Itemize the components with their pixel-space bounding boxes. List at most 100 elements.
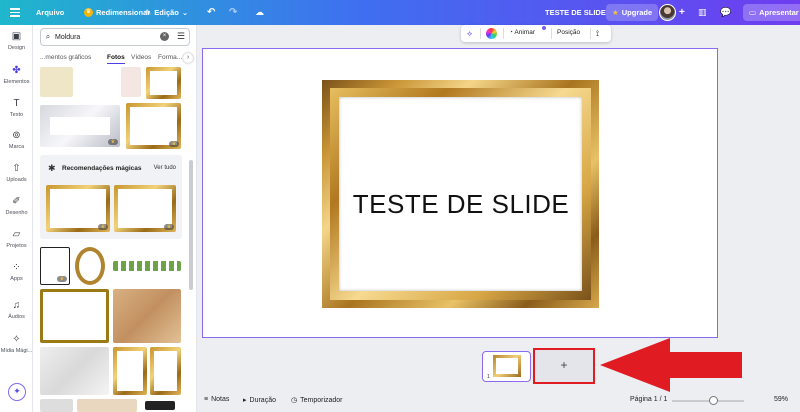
crown-icon: ♛ (84, 8, 93, 17)
rail-item-brand[interactable]: ⊚ Marca (0, 130, 33, 150)
filter-icon[interactable]: ☰ (177, 31, 185, 42)
resize-button[interactable]: ♛ Redimensionar (84, 0, 150, 25)
chevron-down-icon: ⌄ (181, 8, 189, 17)
present-button[interactable]: ▭ Apresentar (743, 4, 800, 21)
present-label: Apresentar (759, 8, 799, 17)
rail-item-projects[interactable]: ▱ Projetos (0, 229, 33, 249)
tab-graphics[interactable]: ...mentos gráficos (40, 54, 91, 61)
search-box[interactable]: ⌕ Moldura × ☰ (40, 28, 190, 46)
red-arrow-annotation (600, 338, 742, 392)
rail-item-magic-media[interactable]: ✧ Mídia Mági... (0, 334, 33, 354)
result-thumbnail[interactable] (113, 347, 147, 395)
duration-button[interactable]: ▸ Duração (243, 396, 276, 405)
rail-label: Marca (8, 144, 25, 150)
result-thumbnail[interactable] (113, 261, 181, 271)
page-number: 1 (487, 374, 490, 380)
rail-label: Texto (9, 112, 24, 118)
comment-icon[interactable]: 💬 (720, 0, 731, 25)
rail-label: Áudios (8, 314, 25, 320)
rail-item-design[interactable]: ▣ Design (0, 31, 33, 51)
position-button[interactable]: Posição (557, 29, 580, 36)
result-thumbnail[interactable] (145, 401, 175, 410)
rail-item-audio[interactable]: ♫ Áudios (0, 300, 33, 320)
result-thumbnail[interactable] (146, 67, 181, 99)
crown-icon: ♛ (169, 141, 179, 147)
rail-label: Design (7, 45, 26, 51)
magic-media-icon: ✧ (12, 334, 21, 345)
panel-scrollbar[interactable] (189, 65, 193, 405)
add-collaborator-icon[interactable]: + (679, 0, 685, 25)
crown-icon: ♛ (98, 224, 108, 230)
zoom-slider[interactable] (672, 400, 744, 402)
zoom-slider-handle[interactable] (709, 396, 718, 405)
result-thumbnail[interactable]: ♛ (40, 105, 120, 147)
color-picker-icon[interactable] (486, 28, 497, 39)
rail-label: Desenho (5, 210, 28, 216)
animate-button[interactable]: ◔ Animar (509, 29, 535, 36)
result-thumbnail[interactable] (75, 247, 105, 285)
file-menu[interactable]: Arquivo (36, 0, 64, 25)
page-indicator[interactable]: Página 1 / 1 (630, 396, 667, 403)
crown-icon: ♛ (57, 276, 67, 282)
slide-canvas[interactable]: TESTE DE SLIDE (202, 48, 718, 338)
rail-item-uploads[interactable]: ⇧ Uploads (0, 163, 33, 183)
result-thumbnail[interactable]: ♛ (46, 185, 110, 232)
tab-shapes[interactable]: Forma... (158, 54, 182, 61)
rail-item-apps[interactable]: ⁘ Apps (0, 262, 33, 282)
notes-button[interactable]: ≡ Notas (204, 396, 229, 403)
edit-menu[interactable]: ✎ Edição ⌄ (145, 0, 188, 25)
undo-icon[interactable]: ↶ (207, 0, 215, 25)
result-thumbnail[interactable]: ♛ (126, 103, 181, 149)
document-title[interactable]: TESTE DE SLIDE (545, 0, 606, 25)
pencil-icon: ✎ (145, 8, 152, 17)
avatar[interactable] (659, 4, 676, 21)
slide-title-text[interactable]: TESTE DE SLIDE (203, 189, 719, 220)
zoom-level[interactable]: 59% (774, 396, 788, 403)
result-thumbnail[interactable] (77, 399, 137, 412)
rail-item-elements[interactable]: ✤ Elementos (0, 65, 33, 85)
magic-edit-icon[interactable]: ⟡ (467, 29, 472, 39)
page-thumbnail[interactable]: 1 (482, 351, 531, 382)
apps-icon: ⁘ (12, 262, 21, 273)
notes-icon: ≡ (204, 396, 209, 403)
tab-photos[interactable]: Fotos (107, 54, 125, 64)
result-thumbnail[interactable]: ♛ (114, 185, 176, 232)
redo-icon[interactable]: ↷ (229, 0, 237, 25)
result-thumbnail[interactable] (121, 67, 141, 97)
new-indicator (542, 26, 546, 30)
result-thumbnail[interactable] (113, 289, 181, 343)
chevron-right-icon[interactable]: › (183, 53, 193, 63)
rail-label: Apps (10, 276, 23, 282)
search-input[interactable]: Moldura (55, 34, 80, 41)
document-title-label: TESTE DE SLIDE (545, 8, 606, 17)
result-thumbnail[interactable] (40, 399, 73, 412)
cloud-save-icon[interactable]: ☁ (255, 0, 264, 25)
plus-icon: + (560, 358, 568, 372)
magic-assistant-button[interactable]: ✦ (8, 383, 26, 401)
result-thumbnail[interactable] (40, 67, 73, 97)
edit-label: Edição (154, 8, 179, 17)
clear-search-icon[interactable]: × (160, 32, 169, 41)
analytics-icon[interactable]: ▥ (698, 0, 707, 25)
menu-icon[interactable] (10, 0, 20, 25)
add-page-button[interactable]: + (533, 348, 595, 384)
brand-icon: ⊚ (12, 130, 21, 141)
see-all-link[interactable]: Ver tudo (154, 165, 176, 171)
upgrade-button[interactable]: ★ Upgrade (606, 4, 659, 21)
result-thumbnail[interactable] (40, 289, 109, 343)
paint-roller-icon[interactable]: ⟟ (596, 29, 599, 39)
rail-label: Mídia Mági... (0, 348, 33, 354)
rail-label: Elementos (3, 79, 30, 85)
crown-icon: ♛ (108, 139, 118, 145)
result-thumbnail[interactable] (40, 347, 109, 395)
top-bar: Arquivo ♛ Redimensionar ✎ Edição ⌄ ↶ ↷ ☁… (0, 0, 800, 25)
rail-item-text[interactable]: T Texto (0, 98, 33, 118)
tab-videos[interactable]: Vídeos (131, 54, 151, 61)
result-thumbnail[interactable] (150, 347, 181, 395)
recommend-title: Recomendações mágicas (62, 165, 142, 172)
timer-button[interactable]: ◷ Temporizador (291, 396, 343, 405)
zoom-label: 59% (774, 396, 789, 403)
rail-item-draw[interactable]: ✐ Desenho (0, 196, 33, 216)
result-thumbnail[interactable]: ♛ (40, 247, 70, 285)
context-toolbar: ⟡ ◔ Animar Posição ⟟ (461, 25, 611, 42)
